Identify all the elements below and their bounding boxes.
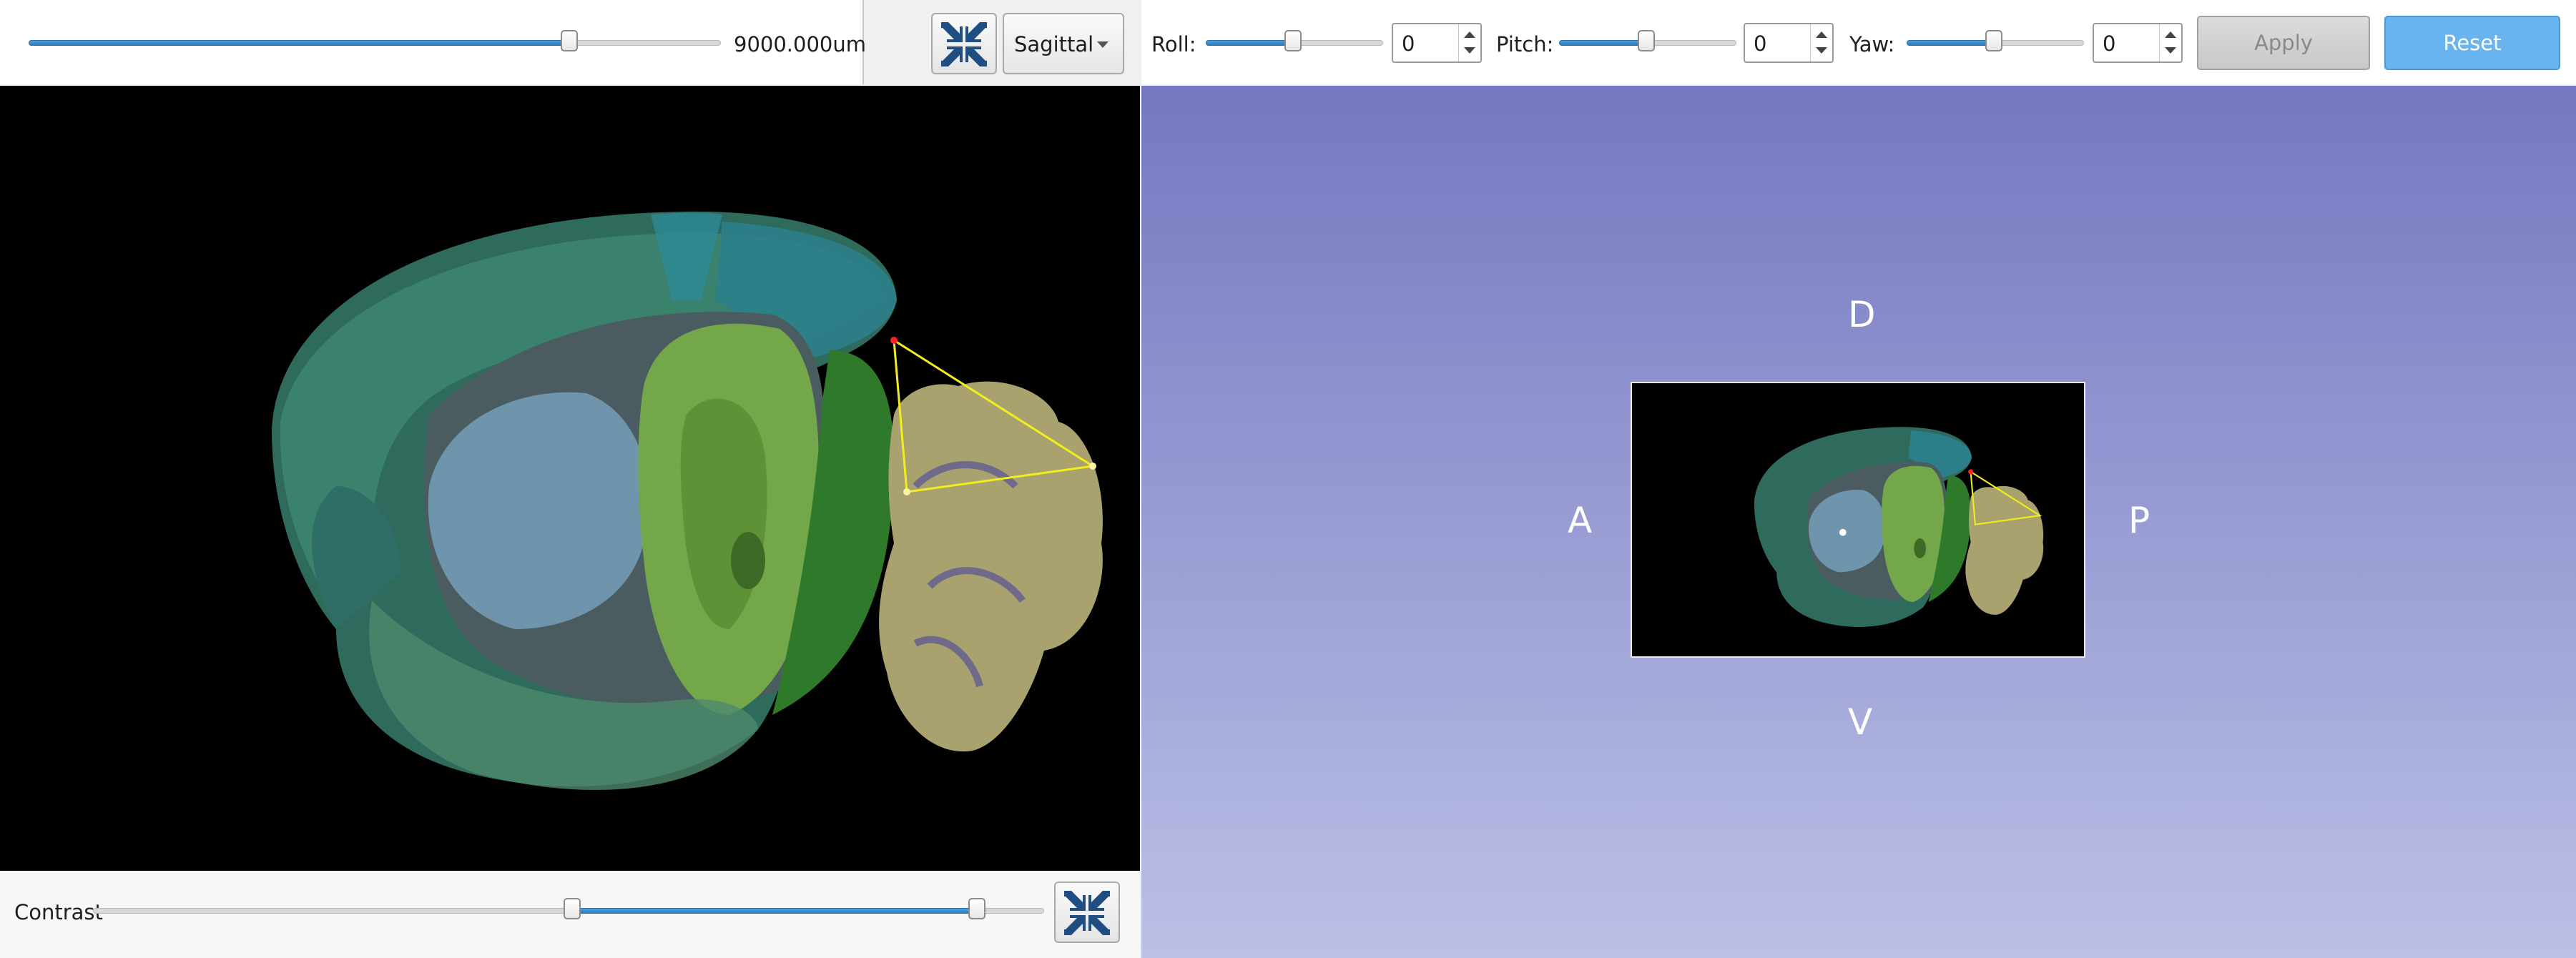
roll-value: 0 [1402, 31, 1415, 56]
collapse-arrows-icon [1064, 891, 1110, 935]
yaw-label: Yaw: [1849, 32, 1895, 56]
roll-stepper[interactable] [1458, 24, 1480, 61]
roll-spinbox[interactable]: 0 [1392, 23, 1482, 63]
contrast-bar: Contrast [0, 871, 1140, 958]
orientation-anterior: A [1568, 500, 1593, 541]
pitch-handle[interactable] [1638, 30, 1655, 51]
apply-button[interactable]: Apply [2197, 16, 2370, 70]
yaw-value: 0 [2103, 31, 2116, 56]
slice-position-fill [29, 40, 571, 46]
pitch-slider[interactable] [1559, 29, 1736, 57]
contrast-label: Contrast [14, 900, 103, 924]
slice-plane-3d [1631, 382, 2085, 658]
roll-label: Roll: [1151, 32, 1196, 56]
contrast-high-handle[interactable] [968, 898, 985, 919]
viewer-3d[interactable]: D A P V [1141, 86, 2576, 958]
slice-position-value: 9000.000um [734, 32, 867, 56]
contrast-low-handle[interactable] [564, 898, 581, 919]
view-select-dropdown[interactable]: Sagittal [1003, 13, 1124, 74]
chevron-down-icon [1097, 41, 1108, 48]
sagittal-brain-image [272, 211, 1103, 790]
reset-button[interactable]: Reset [2384, 16, 2560, 70]
collapse-bottom-button[interactable] [1054, 882, 1120, 943]
slice-position-handle[interactable] [561, 30, 578, 51]
slice-toolbar: 9000.000um [0, 0, 867, 84]
contrast-range-slider[interactable] [93, 897, 1044, 925]
yaw-stepper[interactable] [2159, 24, 2181, 61]
roll-slider[interactable] [1206, 29, 1383, 57]
roll-handle[interactable] [1284, 30, 1302, 51]
pitch-value: 0 [1754, 31, 1767, 56]
yaw-slider[interactable] [1907, 29, 2084, 57]
pitch-spinbox[interactable]: 0 [1744, 23, 1834, 63]
view-select-value: Sagittal [1014, 32, 1094, 56]
yaw-handle[interactable] [1985, 30, 2002, 51]
rotation-toolbar: Roll: 0 Pitch: 0 Yaw: 0 Apply Reset [1141, 0, 2576, 84]
pitch-label: Pitch: [1496, 32, 1554, 56]
orientation-ventral: V [1848, 701, 1873, 743]
collapse-arrows-icon [941, 22, 987, 66]
contrast-range-fill [572, 908, 978, 914]
orientation-dorsal: D [1848, 294, 1876, 335]
yaw-spinbox[interactable]: 0 [2093, 23, 2183, 63]
collapse-top-button[interactable] [931, 13, 997, 74]
slice-viewer[interactable] [0, 86, 1140, 871]
pitch-stepper[interactable] [1810, 24, 1832, 61]
orientation-posterior: P [2128, 500, 2150, 541]
slice-position-slider[interactable] [29, 29, 722, 57]
sagittal-brain-thumbnail [1754, 427, 2044, 627]
